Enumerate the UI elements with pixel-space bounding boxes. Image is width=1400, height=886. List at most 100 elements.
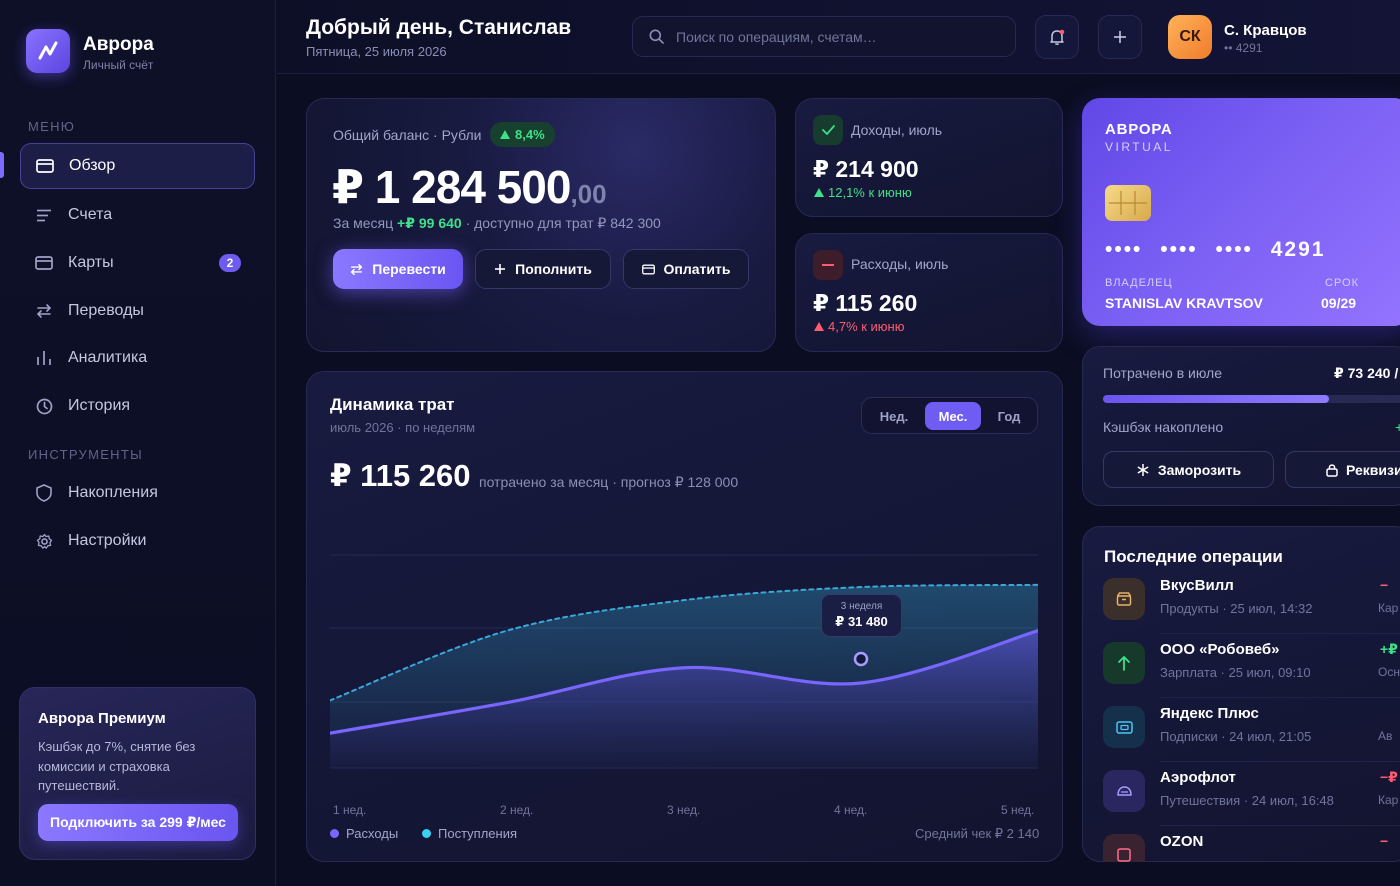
bell-icon	[1048, 28, 1066, 46]
cards-count-badge: 2	[219, 254, 241, 272]
add-button[interactable]	[1098, 15, 1142, 59]
sidebar-item-label: Переводы	[68, 302, 144, 319]
basket-icon	[1103, 578, 1145, 620]
transaction-source: Кар	[1378, 793, 1399, 807]
premium-description: Кэшбэк до 7%, снятие без комиссии и стра…	[38, 739, 196, 793]
chart-total-description: потрачено за месяц · прогноз ₽ 128 000	[479, 474, 739, 490]
transfer-button-label: Перевести	[372, 261, 446, 277]
plus-icon	[494, 263, 506, 275]
income-delta: 12,1% к июню	[814, 185, 912, 200]
transaction-source: Осно	[1378, 665, 1400, 679]
average-check: Средний чек ₽ 2 140	[915, 826, 1040, 841]
menu-section-label: МЕНЮ	[28, 119, 76, 134]
shield-icon	[34, 483, 54, 503]
clock-icon	[34, 396, 54, 416]
sidebar-item-transfers[interactable]: Переводы	[20, 288, 255, 334]
minus-icon	[813, 250, 843, 280]
transaction-meta: Продукты · 25 июл, 14:32	[1160, 601, 1313, 616]
chart-tooltip: 3 неделя ₽ 31 480	[821, 594, 902, 637]
transaction-name: OZON	[1160, 833, 1204, 850]
lock-icon	[1326, 463, 1338, 477]
premium-title: Аврора Премиум	[38, 710, 166, 727]
premium-promo-card: Аврора Премиум Кэшбэк до 7%, снятие без …	[19, 687, 256, 860]
sidebar-item-savings[interactable]: Накопления	[20, 470, 255, 516]
spending-progress-bar	[1103, 395, 1400, 403]
highlighted-point[interactable]	[853, 651, 869, 667]
avatar[interactable]: СК	[1168, 15, 1212, 59]
transaction-row[interactable]: Аэрофлот Путешествия · 24 июл, 16:48 −₽ Кар	[1082, 762, 1400, 826]
legend-expenses: Расходы	[330, 826, 398, 841]
month-prefix: За месяц	[333, 215, 394, 231]
tab-week[interactable]: Нед.	[866, 402, 922, 430]
income-label: Доходы, июль	[851, 122, 943, 138]
card-brand: АВРОРА	[1105, 121, 1173, 138]
transaction-source: Ав	[1378, 729, 1393, 743]
tab-month[interactable]: Мес.	[925, 402, 981, 430]
transfer-icon	[350, 263, 363, 276]
sidebar-item-label: Обзор	[69, 157, 116, 174]
sidebar-item-accounts[interactable]: Счета	[20, 192, 255, 238]
balance-amount-cents: ,00	[570, 179, 607, 209]
balance-change-value: 8,4%	[515, 127, 545, 142]
income-value: ₽ 214 900	[813, 156, 919, 182]
box-icon	[1103, 834, 1145, 862]
balance-amount: ₽ 1 284 500,00	[332, 160, 607, 214]
brand-logo-icon[interactable]	[26, 29, 70, 73]
tab-year[interactable]: Год	[983, 402, 1035, 430]
card-icon	[35, 156, 55, 176]
transaction-row[interactable]: Яндекс Плюс Подписки · 24 июл, 21:05 Ав	[1082, 698, 1400, 762]
chart-subtitle: июль 2026 · по неделям	[330, 420, 476, 435]
transactions-title: Последние операции	[1104, 547, 1283, 566]
premium-subscribe-button[interactable]: Подключить за 299 ₽/мес	[38, 804, 238, 841]
sidebar-item-history[interactable]: История	[20, 383, 255, 429]
search-box[interactable]	[632, 16, 1016, 57]
user-name[interactable]: С. Кравцов	[1224, 22, 1307, 39]
current-date: Пятница, 25 июля 2026	[306, 44, 447, 59]
card-number: •••• •••• •••• 4291	[1105, 238, 1326, 261]
card-chip-icon	[1105, 185, 1151, 221]
card-icon	[641, 264, 655, 275]
transaction-source: Кар	[1378, 601, 1399, 615]
transaction-row[interactable]: ООО «Робовеб» Зарплата · 25 июл, 09:10 +₽ О…	[1082, 634, 1400, 698]
transaction-row[interactable]: ВкусВилл Продукты · 25 июл, 14:32 − Кар	[1082, 570, 1400, 634]
x-tick-label: 4 нед.	[834, 803, 868, 817]
snowflake-icon	[1136, 463, 1150, 477]
spending-area-chart[interactable]	[330, 540, 1038, 772]
transaction-amount: +₽	[1380, 641, 1398, 657]
sidebar-item-settings[interactable]: Настройки	[20, 518, 255, 564]
transfer-button[interactable]: Перевести	[333, 249, 463, 289]
balance-month-summary: За месяц +₽ 99 640 · доступно для трат ₽…	[333, 215, 661, 232]
transaction-name: ООО «Робовеб»	[1160, 641, 1280, 658]
tooltip-label: 3 неделя	[840, 601, 883, 612]
pay-button-label: Оплатить	[663, 261, 731, 277]
notifications-button[interactable]	[1035, 15, 1079, 59]
sidebar-item-cards[interactable]: Карты 2	[20, 240, 255, 286]
transaction-row[interactable]: OZON −	[1082, 826, 1400, 862]
card-details-button[interactable]: Реквизи	[1285, 451, 1400, 488]
sidebar-item-label: Накопления	[68, 484, 158, 501]
pay-button[interactable]: Оплатить	[623, 249, 749, 289]
spent-value: ₽ 73 240 /	[1334, 365, 1399, 381]
sidebar-item-label: Карты	[68, 254, 114, 271]
sidebar-item-overview[interactable]: Обзор	[20, 143, 255, 189]
legend-dot	[422, 829, 431, 838]
transaction-name: ВкусВилл	[1160, 577, 1234, 594]
transaction-amount: −	[1380, 577, 1389, 593]
tools-section-label: ИНСТРУМЕНТЫ	[28, 447, 143, 462]
ticket-icon	[1103, 706, 1145, 748]
expenses-delta-value: 4,7% к июню	[828, 319, 905, 334]
cashback-value: +	[1395, 419, 1400, 435]
triangle-up-icon	[500, 130, 510, 139]
freeze-button-label: Заморозить	[1157, 461, 1242, 478]
search-input[interactable]	[676, 28, 996, 45]
income-delta-value: 12,1% к июню	[828, 185, 912, 200]
brand-name: Аврора	[83, 34, 154, 55]
transfer-icon	[34, 301, 54, 321]
expenses-label: Расходы, июль	[851, 256, 949, 272]
sidebar-item-analytics[interactable]: Аналитика	[20, 335, 255, 381]
topup-button[interactable]: Пополнить	[475, 249, 611, 289]
freeze-card-button[interactable]: Заморозить	[1103, 451, 1274, 488]
transaction-meta: Зарплата · 25 июл, 09:10	[1160, 665, 1311, 680]
page-title: Добрый день, Станислав	[306, 16, 572, 39]
active-nav-indicator	[0, 152, 4, 178]
